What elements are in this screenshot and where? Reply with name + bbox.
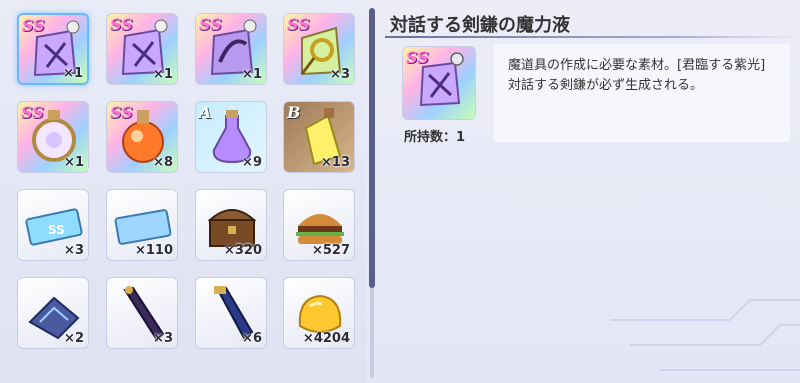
circuit-decoration (610, 299, 800, 371)
inventory-item[interactable]: ×4204 (283, 277, 355, 349)
inventory-item[interactable]: ×6 (195, 277, 267, 349)
inventory-item[interactable]: SS ×3 (17, 189, 89, 261)
inventory-item[interactable]: ×320 (195, 189, 267, 261)
description-box: 魔道具の作成に必要な素材。[君臨する紫光]対話する剣鎌が必ず生成される。 (494, 44, 790, 142)
inventory-panel: SS ×1 SS ×1 SS ×1 SS ×3 SS ×1 SS ×8 A ×9 B ×13 SS ×3 ×110 ×… (0, 0, 366, 383)
grade-badge: A (199, 103, 212, 122)
item-count: ×527 (311, 243, 350, 258)
inventory-item[interactable]: SS ×3 (283, 13, 355, 85)
grade-badge: B (287, 103, 301, 122)
item-count: ×4204 (302, 331, 350, 346)
item-count: ×8 (153, 155, 173, 170)
inventory-item[interactable]: A ×9 (195, 101, 267, 173)
inventory-item[interactable]: SS ×8 (106, 101, 178, 173)
item-count: ×2 (64, 331, 84, 346)
detail-item-icon: SS (402, 46, 476, 120)
inventory-item[interactable]: B ×13 (283, 101, 355, 173)
item-count: ×1 (64, 155, 84, 170)
owned-count: 所持数：1 (404, 130, 466, 145)
inventory-item[interactable]: ×527 (283, 189, 355, 261)
item-count: ×110 (134, 243, 173, 258)
item-count: ×3 (64, 243, 84, 258)
item-count: ×6 (242, 331, 262, 346)
inventory-item[interactable]: SS ×1 (17, 101, 89, 173)
item-count: ×3 (153, 331, 173, 346)
grade-badge: SS (287, 15, 310, 34)
item-count: ×1 (242, 67, 262, 82)
inventory-item[interactable]: ×110 (106, 189, 178, 261)
item-count: ×9 (242, 155, 262, 170)
detail-grade-badge: SS (406, 48, 429, 67)
svg-text:SS: SS (48, 223, 65, 237)
item-description: 魔道具の作成に必要な素材。[君臨する紫光]対話する剣鎌が必ず生成される。 (508, 58, 766, 93)
inventory-item[interactable]: SS ×1 (195, 13, 267, 85)
inventory-item[interactable]: SS ×1 (106, 13, 178, 85)
item-count: ×320 (223, 243, 262, 258)
item-count: ×3 (330, 67, 350, 82)
scrollbar-thumb[interactable] (369, 8, 375, 288)
item-count: ×1 (63, 66, 83, 81)
grade-badge: SS (110, 15, 133, 34)
item-title: 対話する剣鎌の魔力液 (390, 15, 570, 36)
inventory-item[interactable]: ×3 (106, 277, 178, 349)
grade-badge: SS (22, 16, 45, 35)
grade-badge: SS (110, 103, 133, 122)
item-count: ×1 (153, 67, 173, 82)
title-divider (385, 36, 800, 38)
grade-badge: SS (199, 15, 222, 34)
inventory-item[interactable]: SS ×1 (17, 13, 89, 85)
item-count: ×13 (321, 155, 350, 170)
grade-badge: SS (21, 103, 44, 122)
inventory-item[interactable]: ×2 (17, 277, 89, 349)
